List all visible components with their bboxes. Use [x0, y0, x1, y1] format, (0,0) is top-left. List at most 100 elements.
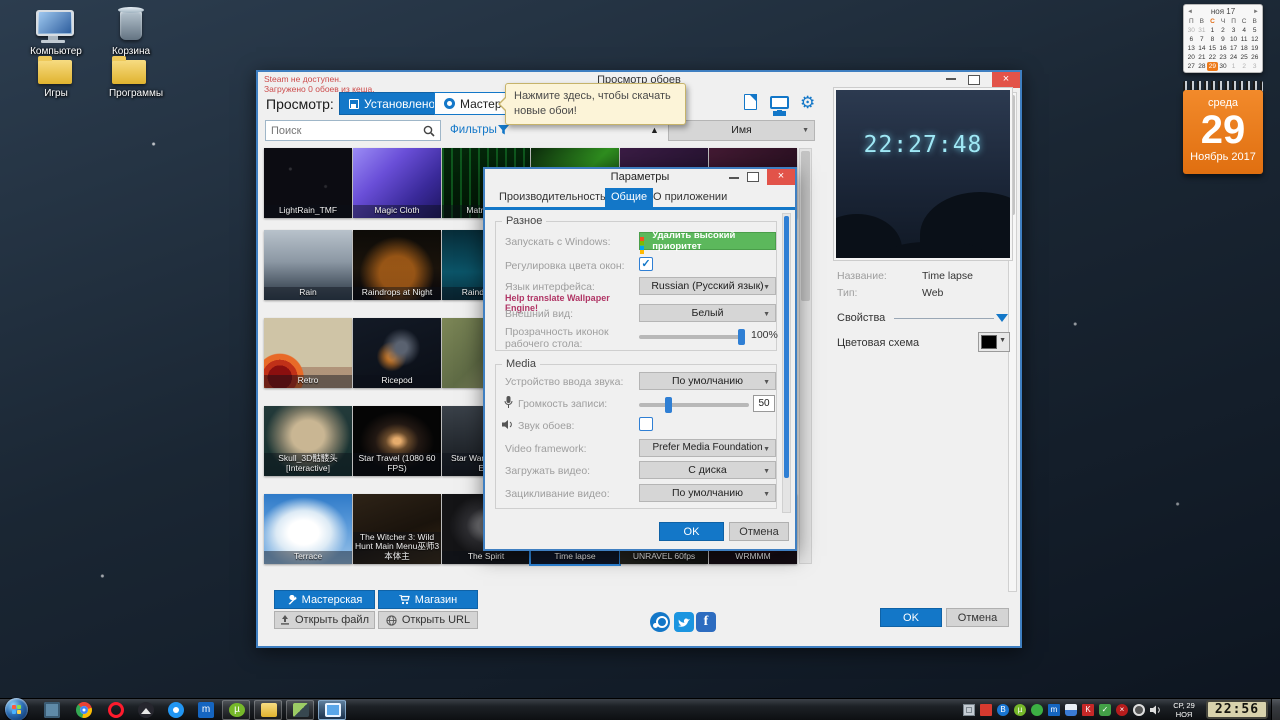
- window-ok-button[interactable]: OK: [880, 608, 942, 627]
- search-input[interactable]: [271, 125, 423, 137]
- record-volume-thumb[interactable]: [665, 397, 672, 413]
- taskbar-utorrent-button[interactable]: µ: [222, 700, 250, 720]
- tab-installed[interactable]: Установлено: [339, 92, 445, 115]
- dialog-close-button[interactable]: ×: [767, 169, 795, 185]
- dialog-scrollbar[interactable]: [782, 213, 791, 513]
- new-wallpaper-icon[interactable]: [744, 94, 757, 110]
- calendar-day[interactable]: 10: [1228, 35, 1239, 44]
- taskbar-app-icon[interactable]: m: [198, 702, 214, 718]
- desktop-icon-label[interactable]: Программы: [90, 88, 182, 99]
- audio-input-dropdown[interactable]: По умолчанию: [639, 372, 776, 390]
- calendar-day[interactable]: 16: [1218, 44, 1229, 53]
- calendar-day[interactable]: 30: [1186, 26, 1197, 35]
- volume-icon[interactable]: [1150, 704, 1162, 716]
- wallpaper-preview[interactable]: 22:27:48: [834, 88, 1012, 260]
- calendar-day[interactable]: 21: [1197, 53, 1208, 62]
- calendar-day[interactable]: 1: [1207, 26, 1218, 35]
- record-volume-input[interactable]: 50: [753, 395, 775, 412]
- wallpaper-tile[interactable]: Magic Cloth: [353, 148, 441, 218]
- color-scheme-swatch[interactable]: [978, 332, 1010, 352]
- tray-date[interactable]: СР, 29 НОЯ: [1162, 701, 1206, 719]
- video-framework-dropdown[interactable]: Prefer Media Foundation: [639, 439, 776, 457]
- dialog-scrollbar-thumb[interactable]: [784, 216, 789, 478]
- calendar-day[interactable]: 5: [1249, 26, 1260, 35]
- wallpaper-tile[interactable]: Star Travel (1080 60 FPS): [353, 406, 441, 476]
- tab-general[interactable]: Общие: [605, 188, 653, 207]
- wallpaper-tile[interactable]: Skull_3D骷髅头 [Interactive]: [264, 406, 352, 476]
- calendar-day[interactable]: 4: [1239, 26, 1250, 35]
- store-button[interactable]: Магазин: [378, 590, 478, 609]
- calendar-day[interactable]: 18: [1239, 44, 1250, 53]
- settings-gear-icon[interactable]: ⚙: [800, 94, 815, 111]
- folder-icon[interactable]: [38, 60, 72, 84]
- appearance-dropdown[interactable]: Белый: [639, 304, 776, 322]
- wallpaper-tile[interactable]: Raindrops at Night: [353, 230, 441, 300]
- tab-about[interactable]: О приложении: [647, 188, 733, 207]
- taskbar-app-button[interactable]: [286, 700, 314, 720]
- calendar-day[interactable]: 19: [1249, 44, 1260, 53]
- open-url-button[interactable]: Открыть URL: [378, 611, 478, 629]
- tray-app-icon[interactable]: K: [1082, 704, 1094, 716]
- filters-link[interactable]: Фильтры: [450, 124, 497, 136]
- tab-performance[interactable]: Производительность: [493, 188, 612, 207]
- calendar-day[interactable]: 8: [1207, 35, 1218, 44]
- window-cancel-button[interactable]: Отмена: [946, 608, 1009, 627]
- taskbar-app-icon[interactable]: [138, 702, 154, 718]
- tray-app-icon[interactable]: [980, 704, 992, 716]
- dialog-ok-button[interactable]: OK: [659, 522, 724, 541]
- calendar-day[interactable]: 9: [1218, 35, 1229, 44]
- desktop-icon-label[interactable]: Корзина: [96, 46, 166, 57]
- calendar-day[interactable]: 14: [1197, 44, 1208, 53]
- desktop-icon-label[interactable]: Игры: [13, 88, 99, 99]
- calendar-day[interactable]: 20: [1186, 53, 1197, 62]
- calendar-day[interactable]: 6: [1186, 35, 1197, 44]
- twitter-icon[interactable]: [674, 612, 694, 632]
- desktop-icon-label[interactable]: Компьютер: [8, 46, 104, 57]
- calendar-day[interactable]: 7: [1197, 35, 1208, 44]
- calendar-day[interactable]: 28: [1197, 62, 1208, 71]
- calendar-day[interactable]: 2: [1218, 26, 1229, 35]
- calendar-day[interactable]: 11: [1239, 35, 1250, 44]
- tray-shield-icon[interactable]: [1065, 704, 1077, 716]
- steam-social-icon[interactable]: [650, 612, 670, 632]
- tray-app-icon[interactable]: [1031, 704, 1043, 716]
- sort-dropdown[interactable]: Имя: [668, 120, 815, 141]
- lcd-clock[interactable]: 22:56: [1206, 700, 1268, 719]
- taskbar-remote-icon[interactable]: [44, 702, 60, 718]
- tray-clock-icon[interactable]: [1133, 704, 1145, 716]
- taskbar-wallpaper-engine-button[interactable]: [318, 700, 346, 720]
- video-loop-dropdown[interactable]: По умолчанию: [639, 484, 776, 502]
- tray-antivirus-icon[interactable]: ✓: [1099, 704, 1111, 716]
- calendar-prev-icon[interactable]: ◄: [1187, 9, 1193, 15]
- calendar-day[interactable]: 23: [1218, 53, 1229, 62]
- calendar-day[interactable]: 2: [1239, 62, 1250, 71]
- tray-app-icon[interactable]: m: [1048, 704, 1060, 716]
- calendar-day[interactable]: 3: [1228, 26, 1239, 35]
- wallpaper-tile[interactable]: LightRain_TMF: [264, 148, 352, 218]
- tray-bluetooth-icon[interactable]: B: [997, 704, 1009, 716]
- calendar-day[interactable]: 27: [1186, 62, 1197, 71]
- search-box[interactable]: [265, 120, 441, 141]
- calendar-day[interactable]: 31: [1197, 26, 1208, 35]
- wallpaper-tile[interactable]: Rain: [264, 230, 352, 300]
- dialog-maximize-button[interactable]: [747, 172, 759, 182]
- calendar-next-icon[interactable]: ►: [1253, 9, 1259, 15]
- wallpaper-tile[interactable]: Ricepod: [353, 318, 441, 388]
- sort-ascending-icon[interactable]: ▲: [650, 125, 659, 135]
- dialog-cancel-button[interactable]: Отмена: [729, 522, 789, 541]
- workshop-button[interactable]: Мастерская: [274, 590, 375, 609]
- calendar-day[interactable]: 1: [1228, 62, 1239, 71]
- wallpaper-sound-checkbox[interactable]: [639, 417, 653, 431]
- show-desktop-button[interactable]: [1271, 699, 1280, 720]
- tray-grid-icon[interactable]: [963, 704, 975, 716]
- wallpaper-tile[interactable]: Terrace: [264, 494, 352, 564]
- load-video-dropdown[interactable]: С диска: [639, 461, 776, 479]
- calendar-day[interactable]: 29: [1207, 62, 1218, 71]
- facebook-icon[interactable]: f: [696, 612, 716, 632]
- tray-alert-icon[interactable]: ×: [1116, 704, 1128, 716]
- calendar-day[interactable]: 25: [1239, 53, 1250, 62]
- minimize-button[interactable]: [946, 78, 956, 80]
- calendar-day[interactable]: 3: [1249, 62, 1260, 71]
- folder-icon[interactable]: [112, 60, 146, 84]
- maximize-button[interactable]: [968, 75, 980, 85]
